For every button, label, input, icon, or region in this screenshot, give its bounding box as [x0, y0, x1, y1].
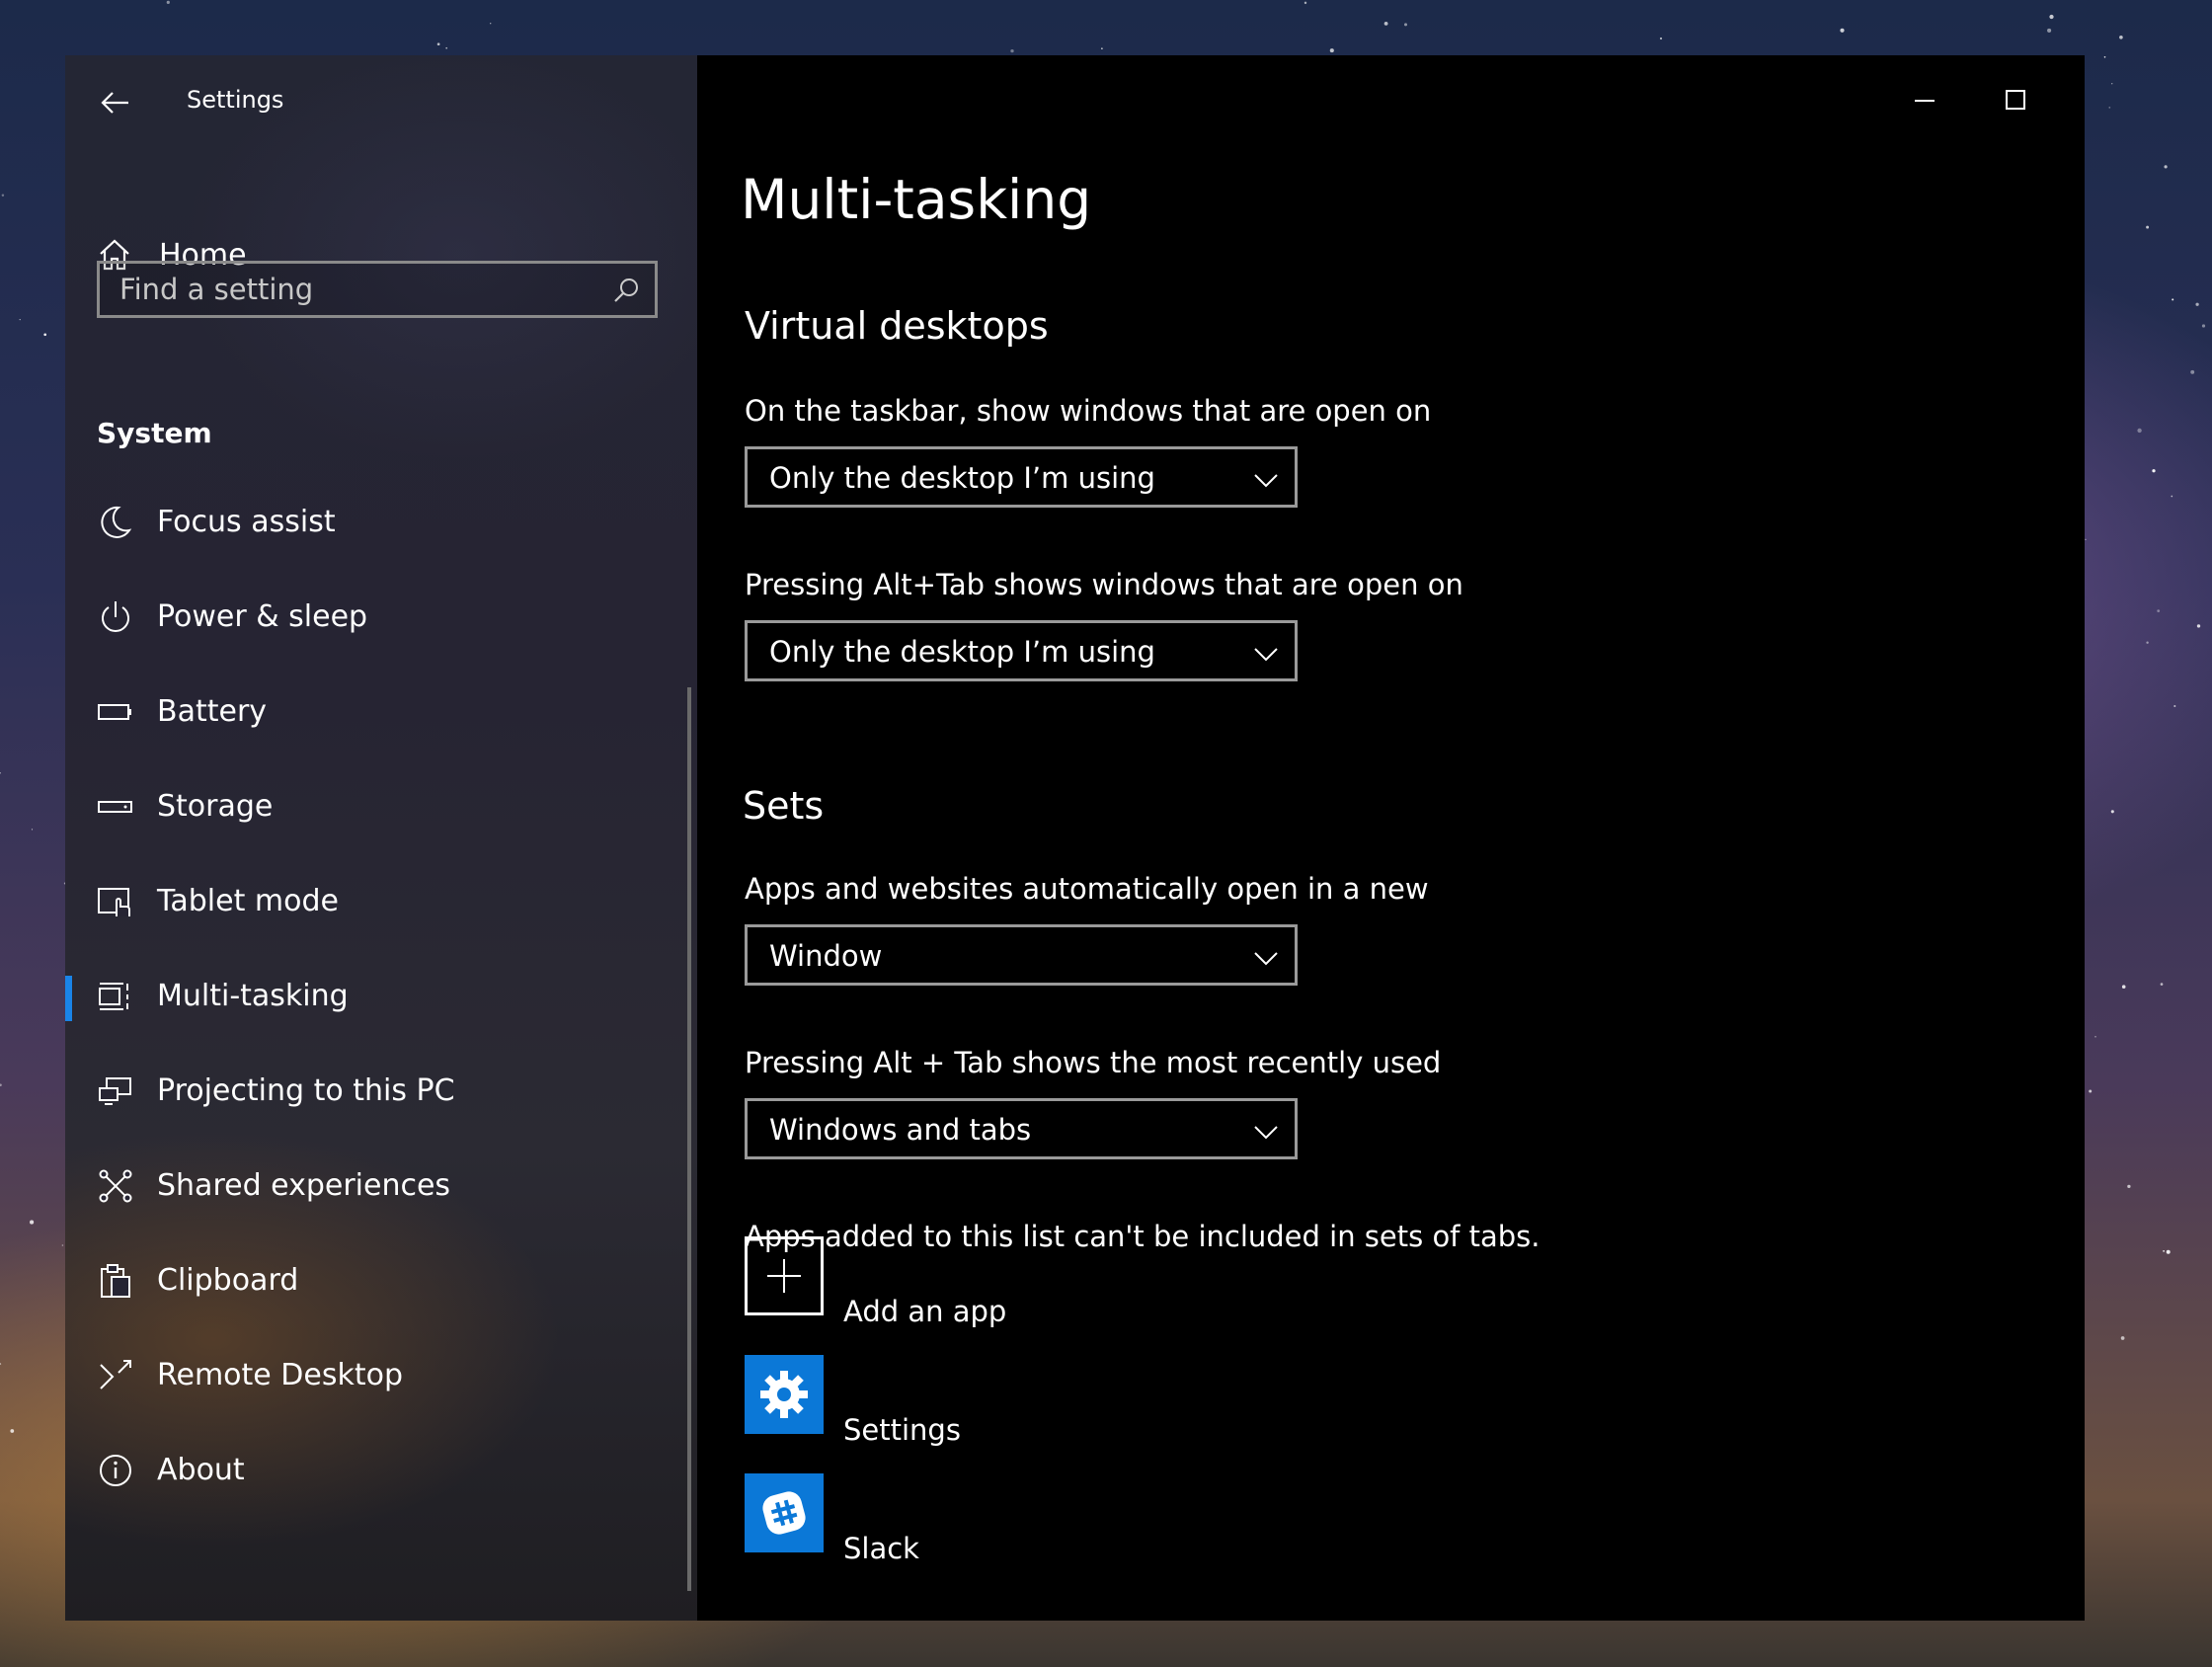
plus-icon [767, 1259, 801, 1293]
app-tile-settings [745, 1355, 824, 1434]
dropdown-value: Only the desktop I’m using [769, 635, 1155, 669]
sidebar-item-label: Shared experiences [157, 1168, 451, 1203]
projecting-icon [99, 1077, 131, 1105]
sets-recent-dropdown[interactable]: Windows and tabs [745, 1098, 1298, 1159]
dropdown-value: Windows and tabs [769, 1113, 1032, 1147]
search-input[interactable] [100, 264, 574, 315]
power-icon [102, 601, 129, 632]
add-app-label[interactable]: Add an app [843, 1292, 1006, 1331]
sidebar-item-storage[interactable]: Storage [65, 762, 697, 857]
search-box[interactable] [97, 261, 658, 318]
app-tile-slack [745, 1473, 824, 1552]
sets-open-label: Apps and websites automatically open in … [745, 872, 1429, 906]
sidebar-item-about[interactable]: About [65, 1426, 697, 1521]
chevron-down-icon [1254, 474, 1278, 488]
app-name-settings: Settings [843, 1413, 961, 1447]
sidebar-item-battery[interactable]: Battery [65, 668, 697, 762]
sidebar-item-label: Clipboard [157, 1263, 299, 1298]
moon-icon [101, 506, 132, 538]
maximize-button[interactable] [1988, 75, 2043, 124]
minimize-button[interactable] [1897, 75, 1952, 124]
sidebar: Settings Home System Focus assist [65, 55, 697, 1621]
sidebar-item-label: Focus assist [157, 505, 336, 539]
app-name-slack: Slack [843, 1532, 919, 1565]
sidebar-item-multitasking[interactable]: Multi-tasking [65, 952, 697, 1047]
sidebar-nav: Focus assist Power & sleep Battery Stora… [65, 478, 697, 1521]
chevron-down-icon [1254, 648, 1278, 662]
sidebar-item-remote-desktop[interactable]: Remote Desktop [65, 1331, 697, 1426]
sidebar-item-label: Battery [157, 694, 268, 729]
dropdown-value: Only the desktop I’m using [769, 461, 1155, 495]
search-icon[interactable] [611, 276, 641, 305]
sidebar-item-label: Projecting to this PC [157, 1073, 455, 1108]
sidebar-item-tablet-mode[interactable]: Tablet mode [65, 857, 697, 952]
sidebar-item-power-sleep[interactable]: Power & sleep [65, 573, 697, 668]
storage-icon [98, 801, 132, 813]
sets-recent-label: Pressing Alt + Tab shows the most recent… [745, 1046, 1442, 1079]
back-arrow-icon[interactable] [95, 83, 134, 122]
sidebar-item-label: Power & sleep [157, 599, 368, 634]
sidebar-item-focus-assist[interactable]: Focus assist [65, 478, 697, 573]
sidebar-item-label: Tablet mode [157, 884, 339, 918]
settings-window: Settings Home System Focus assist [65, 55, 2085, 1621]
tablet-mode-icon [98, 888, 130, 916]
sidebar-scrollbar[interactable] [687, 687, 691, 1591]
settings-gear-icon [760, 1371, 808, 1418]
main-content: Multi-tasking Virtual desktops On the ta… [697, 55, 2085, 1621]
sidebar-item-projecting[interactable]: Projecting to this PC [65, 1047, 697, 1142]
taskbar-setting-label: On the taskbar, show windows that are op… [745, 394, 1432, 428]
sidebar-item-shared-experiences[interactable]: Shared experiences [65, 1142, 697, 1236]
taskbar-windows-dropdown[interactable]: Only the desktop I’m using [745, 446, 1298, 508]
shared-experiences-icon [99, 1169, 132, 1203]
alttab-windows-dropdown[interactable]: Only the desktop I’m using [745, 620, 1298, 681]
sidebar-item-label: Storage [157, 789, 274, 824]
dropdown-value: Window [769, 939, 883, 973]
heading-virtual-desktops: Virtual desktops [745, 304, 1049, 348]
page-title: Multi-tasking [741, 168, 1092, 231]
close-button[interactable] [2079, 75, 2085, 124]
sets-exclusion-label: Apps added to this list can't be include… [745, 1220, 1540, 1253]
alttab-setting-label: Pressing Alt+Tab shows windows that are … [745, 568, 1463, 601]
sidebar-item-label: Remote Desktop [157, 1358, 404, 1392]
app-title: Settings [187, 86, 284, 114]
section-title-system: System [97, 417, 212, 449]
sets-open-dropdown[interactable]: Window [745, 924, 1298, 986]
battery-icon [98, 704, 131, 720]
multitasking-icon [99, 983, 128, 1010]
info-icon [100, 1455, 131, 1486]
slack-icon [762, 1491, 806, 1535]
sidebar-item-label: Multi-tasking [157, 979, 349, 1013]
heading-sets: Sets [743, 784, 825, 828]
chevron-down-icon [1254, 1126, 1278, 1140]
selection-indicator [65, 976, 72, 1021]
sidebar-item-label: About [157, 1453, 245, 1487]
clipboard-icon [101, 1264, 130, 1298]
sidebar-item-clipboard[interactable]: Clipboard [65, 1236, 697, 1331]
remote-desktop-icon [100, 1360, 131, 1389]
add-app-tile[interactable] [745, 1236, 824, 1315]
chevron-down-icon [1254, 952, 1278, 966]
